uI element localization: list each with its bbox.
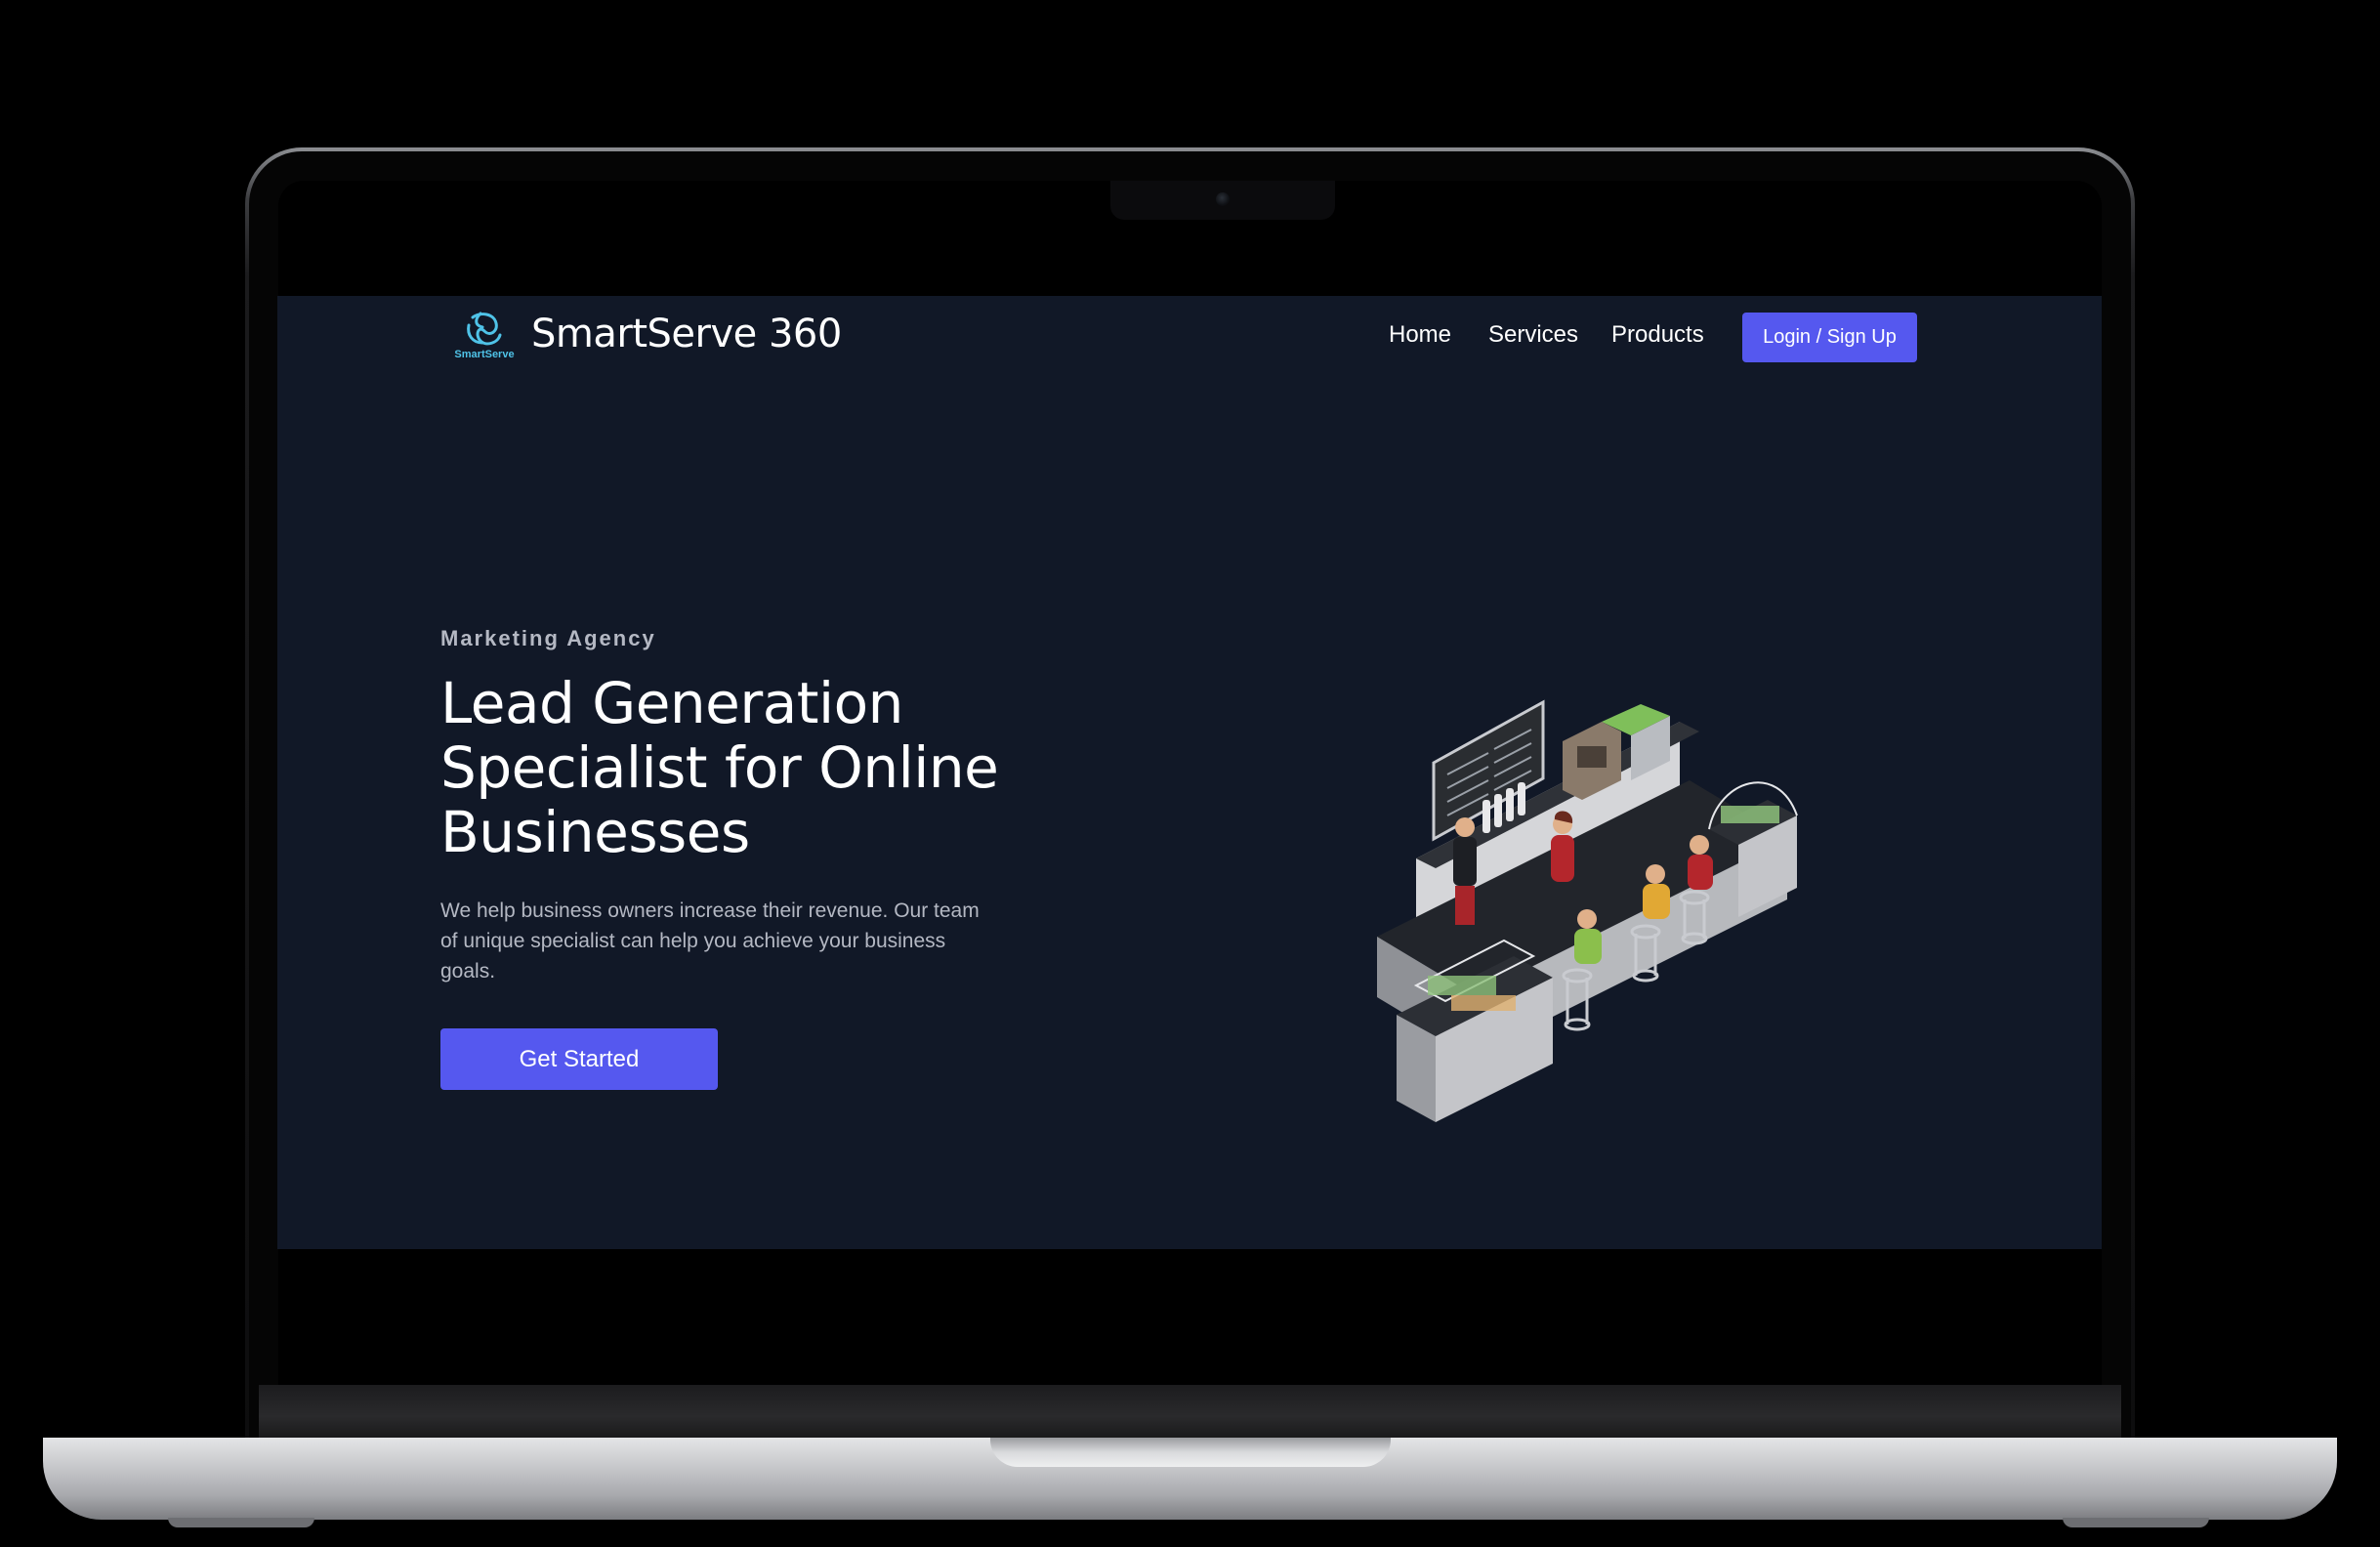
website-screen: SmartServe SmartServe 360 Home Services … xyxy=(277,296,2102,1249)
laptop-foot-right xyxy=(2063,1518,2209,1527)
nav-link-home[interactable]: Home xyxy=(1389,321,1451,349)
camera-icon xyxy=(1216,192,1230,206)
get-started-button[interactable]: Get Started xyxy=(440,1028,718,1090)
hero-title: Lead Generation Specialist for Online Bu… xyxy=(440,670,999,865)
logo-icon xyxy=(467,312,502,346)
nav-link-products[interactable]: Products xyxy=(1611,321,1704,349)
navbar: SmartServe SmartServe 360 Home Services … xyxy=(277,296,2102,378)
hero-description: We help business owners increase their r… xyxy=(440,899,980,983)
logo[interactable]: SmartServe xyxy=(451,310,518,370)
hero-eyebrow: Marketing Agency xyxy=(440,626,656,650)
camera-notch xyxy=(1110,181,1335,220)
isometric-coffee-shop-illustration xyxy=(1377,699,1798,1122)
brand-name[interactable]: SmartServe 360 xyxy=(531,312,842,356)
laptop-foot-left xyxy=(168,1518,314,1527)
nav-link-services[interactable]: Services xyxy=(1488,321,1578,349)
laptop-opening-lip xyxy=(990,1438,1391,1467)
laptop-hinge xyxy=(259,1385,2121,1438)
logo-text: SmartServe xyxy=(454,349,515,360)
waitress-icon xyxy=(1551,811,1574,882)
login-signup-button[interactable]: Login / Sign Up xyxy=(1742,313,1917,362)
